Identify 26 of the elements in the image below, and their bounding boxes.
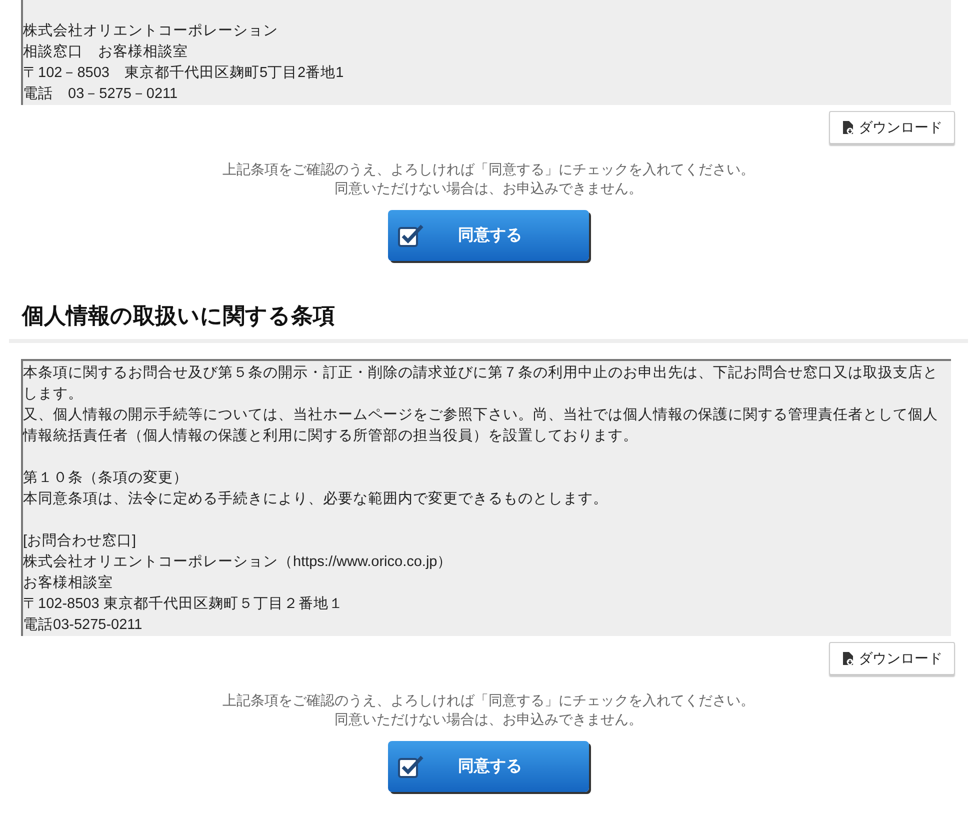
notice-text: 同意いただけない場合は、お申込みできません。 bbox=[334, 179, 642, 198]
notice-text: 上記条項をご確認のうえ、よろしければ「同意する」にチェックを入れてください。 bbox=[222, 691, 754, 710]
terms-text: 株式会社オリエントコーポレーション bbox=[23, 22, 279, 41]
notice-text: 上記条項をご確認のうえ、よろしければ「同意する」にチェックを入れてください。 bbox=[222, 160, 754, 179]
terms-text: お客様相談室 bbox=[23, 574, 114, 593]
checkbox-icon bbox=[398, 754, 424, 778]
checkbox-icon bbox=[398, 224, 424, 248]
terms-text: 又、個人情報の開示手続等については、当社ホームページをご参照下さい。尚、当社では個人情報の保護に関する管理責任者として個人情報統括責任者（個人情報の保護と利用に関する所管部の担当役員）を設置しております。 bbox=[23, 406, 939, 446]
download-button[interactable]: ダウンロード bbox=[829, 642, 955, 675]
agree-button[interactable]: 同意する bbox=[388, 210, 589, 261]
terms-text: 相談窓口 お客様相談室 bbox=[23, 42, 189, 62]
terms-text: 本条項に関するお問合せ及び第５条の開示・訂正・削除の請求並びに第７条の利用中止のお申出先は、下記お問合せ窓口又は取扱支店とします。 bbox=[23, 364, 939, 404]
agree-button[interactable]: 同意する bbox=[388, 741, 589, 792]
file-download-icon bbox=[842, 652, 854, 666]
terms-text: 〒102－8503 東京都千代田区麹町5丁目2番地1 bbox=[23, 64, 345, 83]
terms-text: 〒102-8503 東京都千代田区麹町５丁目２番地１ bbox=[23, 594, 344, 614]
notice-text: 同意いただけない場合は、お申込みできません。 bbox=[334, 710, 642, 729]
terms-text: 電話 03－5275－0211 bbox=[23, 85, 179, 104]
terms-text: 第１０条（条項の変更） bbox=[23, 468, 189, 488]
terms-text: 株式会社オリエントコーポレーション（https://www.orico.co.jp） bbox=[23, 553, 454, 572]
terms-text: [お問合わせ窓口] bbox=[23, 532, 138, 551]
section-heading: 個人情報の取扱いに関する条項 bbox=[20, 302, 336, 330]
terms-text: 本同意条項は、法令に定める手続きにより、必要な範囲内で変更できるものとします。 bbox=[23, 490, 609, 509]
terms-text: 電話03-5275-0211 bbox=[23, 616, 144, 635]
download-button[interactable]: ダウンロード bbox=[829, 111, 955, 144]
file-download-icon bbox=[842, 120, 854, 134]
